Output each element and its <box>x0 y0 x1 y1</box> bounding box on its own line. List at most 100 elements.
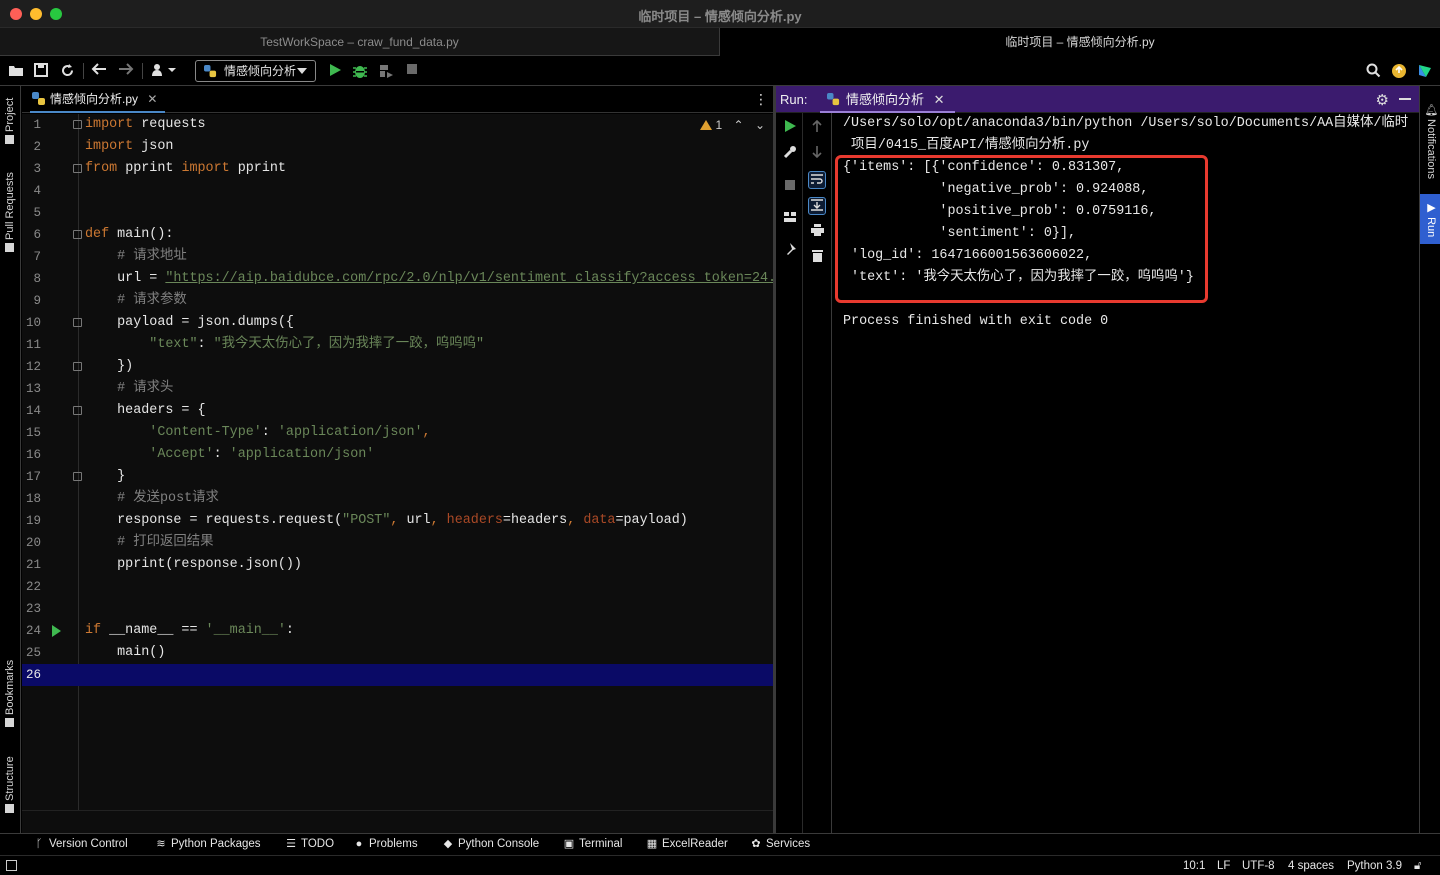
run-tool-tab[interactable]: ▶ Run <box>1420 194 1440 244</box>
pull-requests-tool-tab[interactable]: Pull Requests <box>0 168 21 260</box>
wrench-icon[interactable] <box>781 145 799 163</box>
rerun-icon[interactable] <box>781 119 799 137</box>
trash-icon[interactable] <box>808 249 826 267</box>
notifications-tool-tab[interactable]: 🔔︎ Notifications <box>1420 94 1440 186</box>
fold-marker-icon[interactable] <box>73 472 82 481</box>
search-icon[interactable] <box>1363 61 1383 81</box>
terminal-tool[interactable]: ▣ Terminal <box>563 834 623 855</box>
code-line[interactable]: 9 # 请求参数 <box>22 290 773 312</box>
python-packages-tool[interactable]: ≋ Python Packages <box>155 834 260 855</box>
code-line[interactable]: 18 # 发送post请求 <box>22 488 773 510</box>
back-arrow-icon[interactable] <box>89 61 109 81</box>
problems-tool[interactable]: ● Problems <box>353 834 418 855</box>
code-line[interactable]: 15 'Content-Type': 'application/json', <box>22 422 773 444</box>
code-line[interactable]: 8 url = "https://aip.baidubce.com/rpc/2.… <box>22 268 777 290</box>
editor-tab-label: 情感倾向分析.py <box>50 92 139 106</box>
code-line[interactable]: 6 def main(): <box>22 224 773 246</box>
status-bar: 10:1 LF UTF-8 4 spaces Python 3.9 🔓︎ <box>0 855 1440 875</box>
project-tab-testworkspace[interactable]: TestWorkSpace – craw_fund_data.py <box>0 28 720 56</box>
down-arrow-icon[interactable] <box>808 145 826 163</box>
line-number: 4 <box>33 184 41 198</box>
services-tool[interactable]: ✿ Services <box>750 834 810 855</box>
file-encoding[interactable]: UTF-8 <box>1242 856 1275 875</box>
layout-icon[interactable] <box>781 209 799 227</box>
code-line[interactable]: 2 import json <box>22 136 773 158</box>
code-line[interactable]: 13 # 请求头 <box>22 378 773 400</box>
code-line[interactable]: 3 from pprint import pprint <box>22 158 773 180</box>
minimize-panel-icon[interactable] <box>1399 98 1411 100</box>
code-line[interactable]: 23 <box>22 598 773 620</box>
code-line[interactable]: 7 # 请求地址 <box>22 246 773 268</box>
code-line[interactable]: 4 <box>22 180 773 202</box>
python-console-tool[interactable]: ◆ Python Console <box>442 834 539 855</box>
python-interpreter[interactable]: Python 3.9 <box>1347 856 1402 875</box>
fold-marker-icon[interactable] <box>73 406 82 415</box>
pin-icon[interactable] <box>781 243 799 261</box>
code-text: response = requests.request("POST", url,… <box>85 513 688 528</box>
excel-reader-tool[interactable]: ▦ ExcelReader <box>646 834 728 855</box>
open-folder-icon[interactable] <box>6 61 26 81</box>
code-line[interactable]: 22 <box>22 576 773 598</box>
fold-marker-icon[interactable] <box>73 318 82 327</box>
code-line[interactable]: 14 headers = { <box>22 400 773 422</box>
bookmarks-tool-tab[interactable]: Bookmarks <box>0 656 21 734</box>
code-line[interactable]: 12 }) <box>22 356 773 378</box>
more-options-icon[interactable]: ⋮ <box>754 90 768 108</box>
line-number: 16 <box>25 448 41 462</box>
code-line[interactable]: 24 if __name__ == '__main__': <box>22 620 773 642</box>
soft-wrap-icon[interactable] <box>808 171 826 189</box>
lock-icon[interactable]: 🔓︎ <box>1414 856 1421 875</box>
run-with-coverage-icon[interactable] <box>376 61 396 81</box>
structure-tool-tab[interactable]: Structure <box>0 752 21 822</box>
run-console-output[interactable]: /Users/solo/opt/anaconda3/bin/python /Us… <box>832 113 1419 833</box>
project-tool-tab[interactable]: Project <box>0 92 21 154</box>
bookmark-icon <box>5 717 15 727</box>
ide-logo-icon[interactable] <box>1415 61 1435 81</box>
sync-icon[interactable] <box>57 61 77 81</box>
editor-tab-bar: 情感倾向分析.py ✕ ⋮ <box>22 86 773 113</box>
code-line[interactable]: 10 payload = json.dumps({ <box>22 312 773 334</box>
project-tab-current[interactable]: 临时项目 – 情感倾向分析.py <box>720 28 1440 56</box>
line-number: 12 <box>25 360 41 374</box>
code-text: url = "https://aip.baidubce.com/rpc/2.0/… <box>85 271 777 286</box>
scroll-to-end-icon[interactable] <box>808 197 826 215</box>
close-tab-icon[interactable]: ✕ <box>934 92 945 107</box>
stop-icon[interactable] <box>402 61 422 81</box>
indent-setting[interactable]: 4 spaces <box>1288 856 1334 875</box>
fold-marker-icon[interactable] <box>73 120 82 129</box>
code-line[interactable]: 1 import requests <box>22 114 773 136</box>
print-icon[interactable] <box>808 223 826 241</box>
code-line[interactable]: 21 pprint(response.json()) <box>22 554 773 576</box>
run-configuration-select[interactable]: 情感倾向分析 <box>195 60 316 82</box>
editor-tab-current[interactable]: 情感倾向分析.py ✕ <box>30 86 166 113</box>
version-control-tool[interactable]: ᚴ Version Control <box>33 834 128 855</box>
code-line[interactable]: 11 "text": "我今天太伤心了，因为我摔了一跤，呜呜呜" <box>22 334 773 356</box>
code-line[interactable]: 26 <box>22 664 773 686</box>
updates-icon[interactable] <box>1389 61 1409 81</box>
up-arrow-icon[interactable] <box>808 119 826 137</box>
run-gutter-icon[interactable] <box>52 625 61 637</box>
close-tab-icon[interactable]: ✕ <box>147 92 157 106</box>
todo-tool[interactable]: ☰ TODO <box>285 834 334 855</box>
stop-icon[interactable] <box>781 177 799 195</box>
caret-position[interactable]: 10:1 <box>1183 856 1205 875</box>
code-line[interactable]: 19 response = requests.request("POST", u… <box>22 510 773 532</box>
run-icon[interactable] <box>325 61 345 81</box>
run-tab-current[interactable]: 情感倾向分析 ✕ <box>820 86 955 113</box>
user-dropdown-icon[interactable] <box>150 61 178 81</box>
code-line[interactable]: 20 # 打印返回结果 <box>22 532 773 554</box>
code-line[interactable]: 5 <box>22 202 773 224</box>
fold-marker-icon[interactable] <box>73 362 82 371</box>
debug-icon[interactable] <box>350 61 370 81</box>
forward-arrow-icon[interactable] <box>116 61 136 81</box>
code-line[interactable]: 16 'Accept': 'application/json' <box>22 444 773 466</box>
code-line[interactable]: 17 } <box>22 466 773 488</box>
fold-marker-icon[interactable] <box>73 230 82 239</box>
toggle-tool-windows-icon[interactable] <box>6 860 17 871</box>
fold-marker-icon[interactable] <box>73 164 82 173</box>
gear-icon[interactable]: ⚙ <box>1376 91 1389 109</box>
save-icon[interactable] <box>31 61 51 81</box>
code-line[interactable]: 25 main() <box>22 642 773 664</box>
code-editor[interactable]: 1 ⌃ ⌄ 1 import requests 2 import json 3 from … <box>22 114 777 810</box>
line-separator[interactable]: LF <box>1217 856 1230 875</box>
